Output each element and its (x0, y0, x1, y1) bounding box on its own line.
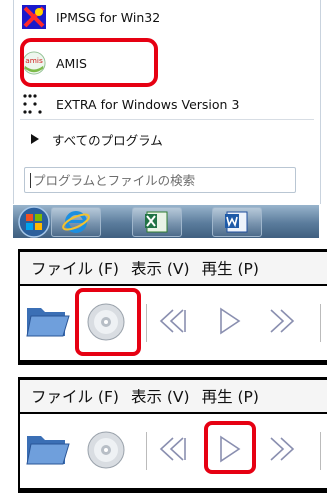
menu-play[interactable]: 再生 (P) (202, 385, 259, 407)
menu-item-ipmsg[interactable]: IPMSG for Win32 (22, 2, 160, 32)
internet-explorer-button[interactable] (51, 207, 101, 237)
open-folder-icon[interactable] (24, 300, 72, 340)
next-icon[interactable] (266, 433, 298, 465)
menu-file[interactable]: ファイル (F) (31, 385, 119, 407)
excel-button[interactable] (132, 207, 182, 237)
word-button[interactable] (212, 207, 262, 237)
triangle-right-icon (28, 127, 42, 151)
play-icon[interactable] (213, 303, 247, 339)
amis-highlight-box (20, 38, 158, 87)
open-folder-icon[interactable] (24, 428, 72, 468)
menu-play[interactable]: 再生 (P) (202, 257, 259, 279)
cd-highlight-box (75, 288, 141, 356)
menu-file[interactable]: ファイル (F) (31, 257, 119, 279)
cd-icon[interactable] (83, 427, 129, 473)
player-window-1: ファイル (F) 表示 (V) 再生 (P) (18, 249, 327, 365)
start-orb-icon[interactable] (17, 205, 51, 239)
play-highlight-box (204, 421, 256, 474)
ipmsg-icon (22, 5, 46, 29)
taskbar (13, 205, 319, 238)
toolbar (20, 286, 327, 360)
toolbar-divider (320, 304, 321, 342)
toolbar-divider (146, 304, 147, 342)
word-icon (225, 211, 248, 233)
menu-view[interactable]: 表示 (V) (131, 257, 190, 279)
start-menu: IPMSG for Win32 amis AMIS EXTRA for Wind… (13, 0, 321, 204)
menu-item-label: EXTRA for Windows Version 3 (56, 96, 240, 112)
toolbar-divider (146, 432, 147, 470)
menu-divider (20, 119, 314, 120)
search-input[interactable] (30, 172, 288, 188)
search-box[interactable] (24, 167, 296, 193)
toolbar-divider (320, 432, 321, 470)
menu-item-label: IPMSG for Win32 (56, 9, 161, 25)
excel-icon (145, 211, 168, 233)
player-window-2: ファイル (F) 表示 (V) 再生 (P) (18, 377, 327, 493)
internet-explorer-icon (62, 211, 90, 233)
previous-icon[interactable] (156, 305, 188, 337)
braille-dots-icon (22, 92, 46, 116)
menu-bar: ファイル (F) 表示 (V) 再生 (P) (20, 252, 327, 284)
next-icon[interactable] (266, 305, 298, 337)
start-menu-panel: IPMSG for Win32 amis AMIS EXTRA for Wind… (0, 0, 327, 238)
all-programs-label: すべてのプログラム (52, 132, 163, 148)
menu-view[interactable]: 表示 (V) (131, 385, 190, 407)
previous-icon[interactable] (156, 433, 188, 465)
toolbar (20, 414, 327, 488)
menu-item-extra[interactable]: EXTRA for Windows Version 3 (22, 89, 239, 119)
all-programs-item[interactable]: すべてのプログラム (22, 124, 163, 154)
menu-bar: ファイル (F) 表示 (V) 再生 (P) (20, 380, 327, 412)
